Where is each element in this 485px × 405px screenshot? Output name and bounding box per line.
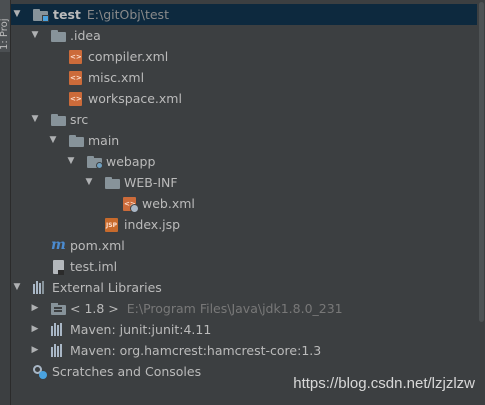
tree-row-jdk[interactable]: ▶ < 1.8 > E:\Program Files\Java\jdk1.8.0_…: [11, 298, 485, 319]
idea-folder-label: .idea: [70, 28, 101, 43]
maven-icon: m: [51, 237, 66, 253]
file-label: index.jsp: [124, 217, 181, 232]
folder-icon: [69, 135, 84, 147]
folder-icon: [51, 114, 66, 126]
module-folder-icon: [33, 9, 49, 22]
expand-arrow-icon[interactable]: ▼: [11, 4, 23, 25]
collapse-arrow-icon[interactable]: ▶: [29, 340, 41, 361]
collapse-arrow-icon[interactable]: ▶: [29, 319, 41, 340]
tree-row-project[interactable]: ▼ test E:\gitObj\test: [11, 4, 485, 25]
tree-row-workspace-xml[interactable]: <> workspace.xml: [11, 88, 485, 109]
tool-window-strip: 1: Proj: [0, 0, 11, 405]
web-inf-folder-label: WEB-INF: [124, 175, 178, 190]
xml-file-icon: <>: [69, 92, 82, 106]
scratches-icon: [33, 365, 47, 379]
file-label: compiler.xml: [88, 49, 169, 64]
library-label: Maven: org.hamcrest:hamcrest-core:1.3: [70, 343, 322, 358]
vertical-scrollbar[interactable]: [477, 0, 485, 405]
jdk-label: < 1.8 > E:\Program Files\Java\jdk1.8.0_23…: [70, 298, 343, 319]
file-label: misc.xml: [88, 70, 145, 85]
project-tree[interactable]: ▼ test E:\gitObj\test ▼ .idea <> compiler…: [11, 4, 485, 382]
tree-row-compiler-xml[interactable]: <> compiler.xml: [11, 46, 485, 67]
expand-arrow-icon[interactable]: ▼: [47, 130, 59, 151]
jsp-file-icon: JSP: [105, 218, 118, 232]
expand-arrow-icon[interactable]: ▼: [83, 172, 95, 193]
folder-icon: [105, 177, 120, 189]
tree-row-misc-xml[interactable]: <> misc.xml: [11, 67, 485, 88]
web-folder-icon: [87, 156, 103, 169]
scrollbar-thumb[interactable]: [479, 2, 484, 322]
expand-arrow-icon[interactable]: ▼: [29, 109, 41, 130]
tree-row-webapp[interactable]: ▼ webapp: [11, 151, 485, 172]
project-tool-tab-label: 1: Proj: [0, 18, 10, 50]
src-folder-label: src: [70, 112, 89, 127]
project-path: E:\gitObj\test: [86, 7, 169, 22]
jdk-name: < 1.8 >: [70, 301, 119, 316]
tree-row-src[interactable]: ▼ src: [11, 109, 485, 130]
folder-icon: [51, 30, 66, 42]
tree-row-external-libraries[interactable]: ▼ External Libraries: [11, 277, 485, 298]
external-libraries-label: External Libraries: [52, 280, 162, 295]
library-label: Maven: junit:junit:4.11: [70, 322, 212, 337]
tree-row-maven-junit[interactable]: ▶ Maven: junit:junit:4.11: [11, 319, 485, 340]
library-icon: [51, 344, 65, 357]
tree-row-web-xml[interactable]: <> web.xml: [11, 193, 485, 214]
webapp-folder-label: webapp: [106, 154, 156, 169]
watermark-text: https://blog.csdn.net/lzjzlzw: [293, 375, 475, 392]
libraries-icon: [33, 281, 47, 294]
library-icon: [51, 323, 65, 336]
tree-row-web-inf[interactable]: ▼ WEB-INF: [11, 172, 485, 193]
jdk-path: E:\Program Files\Java\jdk1.8.0_231: [126, 301, 343, 316]
collapse-arrow-icon[interactable]: ▶: [29, 298, 41, 319]
tree-row-main[interactable]: ▼ main: [11, 130, 485, 151]
expand-arrow-icon[interactable]: ▼: [65, 151, 77, 172]
project-label: test E:\gitObj\test: [53, 4, 169, 25]
file-label: test.iml: [70, 259, 118, 274]
tree-row-maven-hamcrest[interactable]: ▶ Maven: org.hamcrest:hamcrest-core:1.3: [11, 340, 485, 361]
scratches-label: Scratches and Consoles: [52, 364, 202, 379]
file-label: pom.xml: [70, 238, 125, 253]
expand-arrow-icon[interactable]: ▼: [11, 277, 23, 298]
xml-file-icon: <>: [69, 50, 82, 64]
expand-arrow-icon[interactable]: ▼: [29, 25, 41, 46]
project-tool-tab[interactable]: 1: Proj: [0, 0, 10, 52]
module-file-icon: [53, 260, 67, 275]
tree-row-iml[interactable]: test.iml: [11, 256, 485, 277]
file-label: web.xml: [142, 196, 195, 211]
tree-row-index-jsp[interactable]: JSP index.jsp: [11, 214, 485, 235]
main-folder-label: main: [88, 133, 120, 148]
project-name: test: [53, 7, 81, 22]
tree-row-idea[interactable]: ▼ .idea: [11, 25, 485, 46]
xml-file-icon: <>: [69, 71, 82, 85]
web-xml-icon: <>: [123, 197, 139, 213]
tree-row-pom[interactable]: m pom.xml: [11, 235, 485, 256]
file-label: workspace.xml: [88, 91, 182, 106]
jdk-icon: [51, 303, 66, 315]
